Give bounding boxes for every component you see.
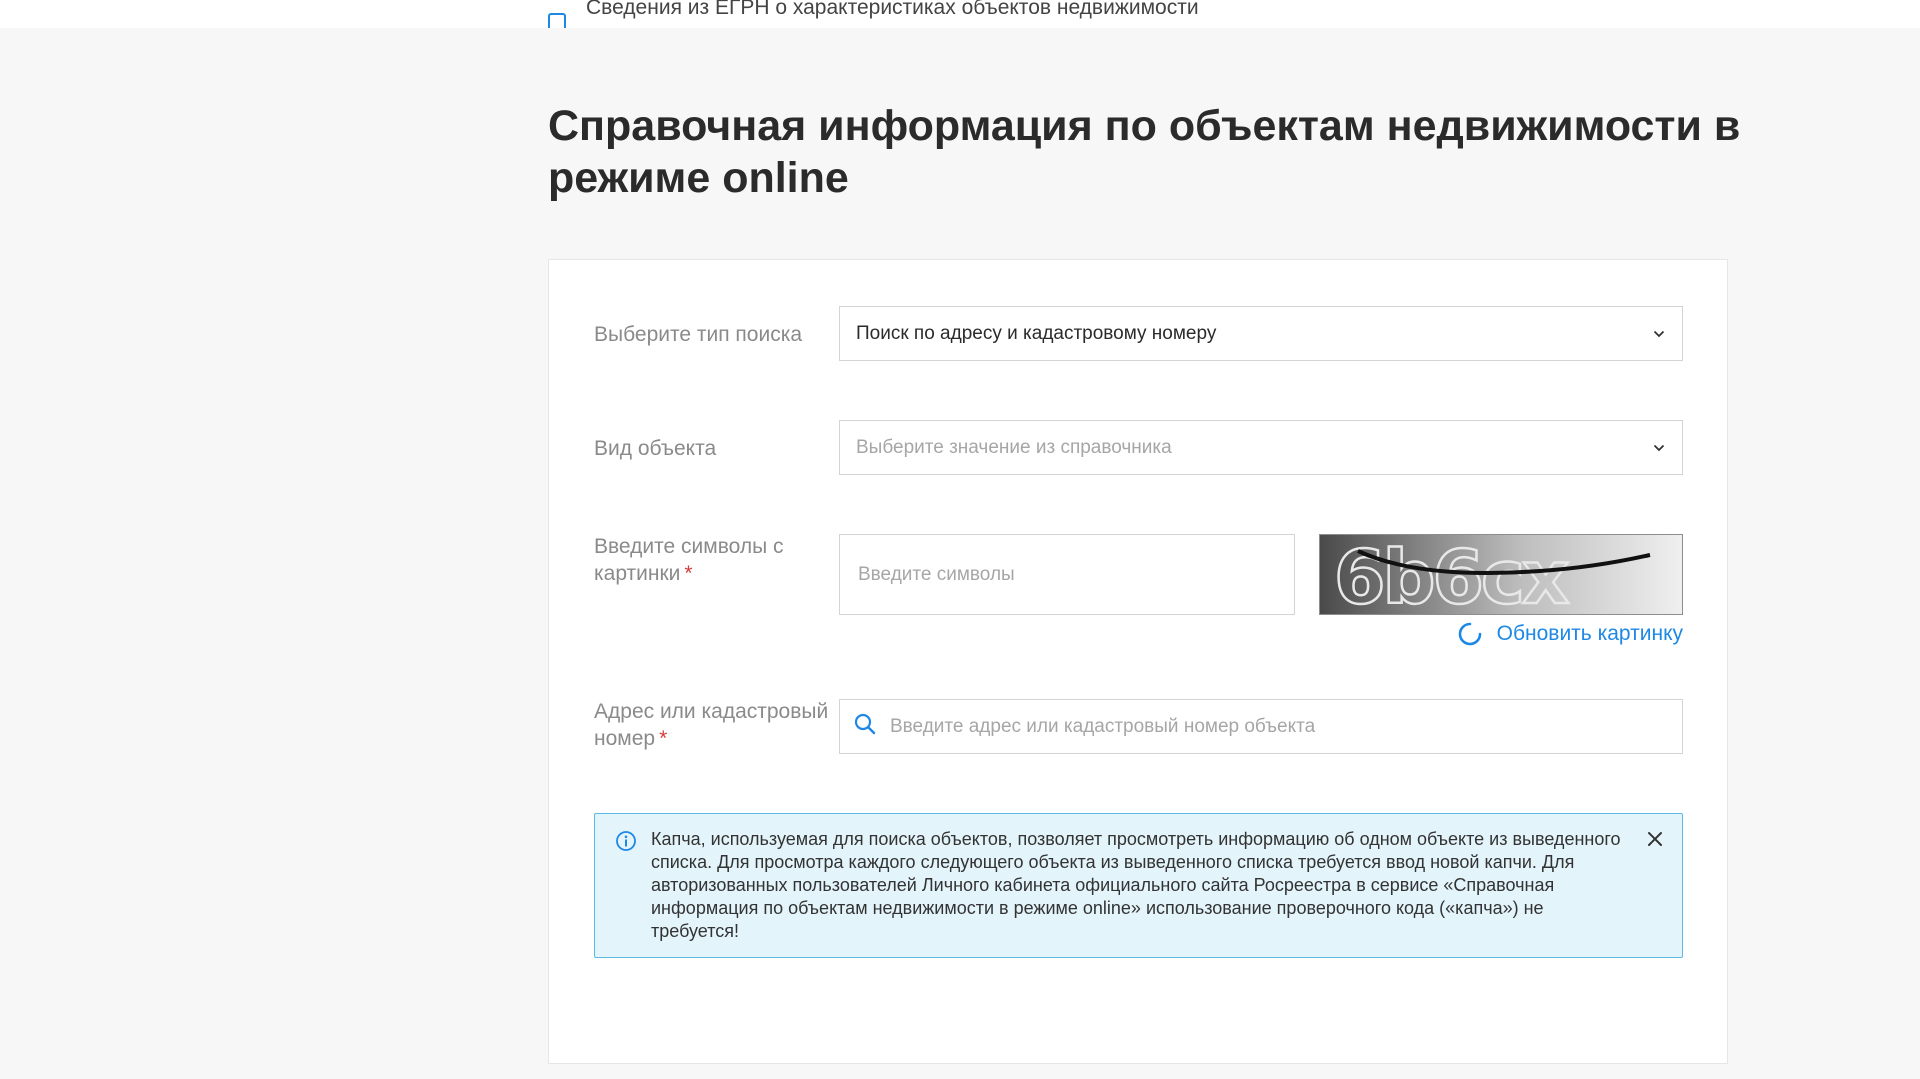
address-label: Адрес или кадастровый номер (594, 700, 829, 750)
search-form-card: Выберите тип поиска Поиск по адресу и ка… (548, 259, 1728, 1064)
refresh-icon (1458, 622, 1481, 646)
object-type-label: Вид объекта (594, 437, 717, 460)
clipped-checkbox-row[interactable]: Сведения из ЕГРН о характеристиках объек… (548, 0, 1199, 28)
captcha-input[interactable] (839, 534, 1295, 615)
required-mark: * (659, 727, 668, 750)
required-mark: * (684, 562, 693, 585)
top-bar: Сведения из ЕГРН о характеристиках объек… (0, 0, 1920, 28)
object-type-placeholder: Выберите значение из справочника (856, 436, 1172, 458)
refresh-captcha-label: Обновить картинку (1496, 622, 1683, 645)
address-input[interactable] (890, 715, 1668, 738)
captcha-image: 6b6cx (1319, 534, 1683, 615)
checkbox[interactable] (548, 13, 566, 28)
object-type-select[interactable]: Выберите значение из справочника (839, 420, 1683, 475)
info-text: Капча, используемая для поиска объектов,… (651, 829, 1621, 941)
chevron-down-icon (1652, 327, 1666, 341)
search-type-label: Выберите тип поиска (594, 323, 803, 346)
clipped-checkbox-label: Сведения из ЕГРН о характеристиках объек… (586, 0, 1199, 19)
chevron-down-icon (1652, 441, 1666, 455)
info-icon (615, 830, 637, 857)
captcha-info-alert: Капча, используемая для поиска объектов,… (594, 813, 1683, 958)
search-icon (854, 713, 876, 740)
search-type-select[interactable]: Поиск по адресу и кадастровому номеру (839, 306, 1683, 361)
close-icon[interactable] (1646, 830, 1664, 853)
search-type-value: Поиск по адресу и кадастровому номеру (856, 322, 1217, 344)
captcha-label-wrap: Введите символы с картинки * (594, 533, 824, 587)
refresh-captcha-link[interactable]: Обновить картинку (1439, 621, 1683, 647)
captcha-text: 6b6cx (1334, 535, 1569, 615)
address-field[interactable] (839, 699, 1683, 754)
address-label-wrap: Адрес или кадастровый номер * (594, 698, 834, 752)
page-title: Справочная информация по объектам недвиж… (548, 102, 1741, 202)
